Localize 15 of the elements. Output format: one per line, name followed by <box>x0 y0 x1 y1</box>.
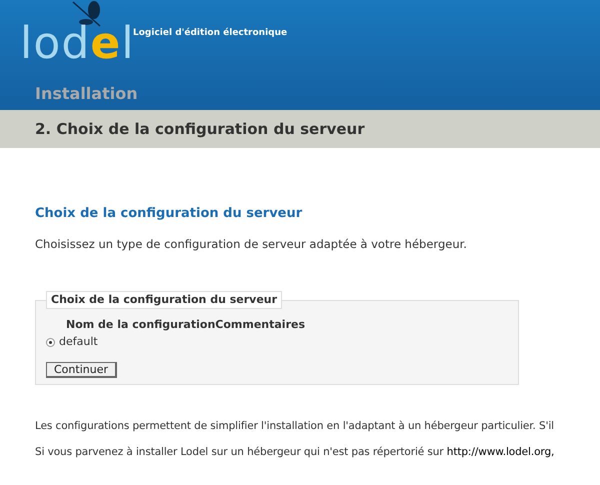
info-paragraph: Si vous parvenez à installer Lodel sur un hébergeur qui n'est pas répertorié sur http://www.lodel.org, <box>35 444 556 460</box>
step-title: 2. Choix de la configuration du serveur <box>35 118 365 140</box>
column-header: Commentaires <box>215 317 306 334</box>
site-link[interactable]: http://www.lodel.org, <box>446 446 554 458</box>
info-paragraph: Les configurations permettent de simplifier l'installation en l'adaptant à un hébergeur particulier. S'il <box>35 418 555 434</box>
tagline: Logiciel d'édition électronique <box>133 27 288 40</box>
panel-legend: Choix de la configuration du serveur <box>46 290 282 310</box>
radio-button[interactable] <box>46 338 55 346</box>
section-heading: Choix de la configuration du serveur <box>35 205 304 223</box>
section-title: Installation <box>35 83 138 105</box>
option-label: default <box>59 334 98 350</box>
continue-button[interactable]: Continuer <box>46 362 117 378</box>
logo: lodel <box>20 22 135 66</box>
column-header: Nom de la configuration <box>66 317 216 334</box>
intro-text: Choisissez un type de configuration de serveur adaptée à votre hébergeur. <box>35 236 468 252</box>
